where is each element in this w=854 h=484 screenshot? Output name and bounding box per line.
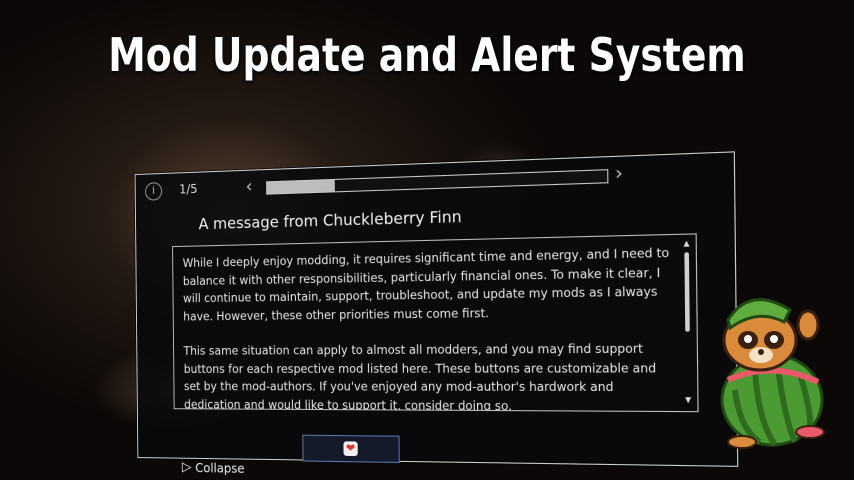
message-paragraph: This same situation can apply to almost …	[184, 339, 673, 412]
scrollbar-thumb[interactable]	[684, 252, 689, 331]
info-icon[interactable]: i	[145, 182, 162, 201]
alert-message-text: While I deeply enjoy modding, it require…	[183, 244, 673, 412]
mascot-raccoon-watermelon	[700, 280, 840, 450]
alert-panel: i 1/5 ‹ › A message from Chuckleberry Fi…	[135, 151, 739, 467]
banner-title: Mod Update and Alert System	[77, 28, 777, 82]
collapse-label: Collapse	[195, 460, 244, 475]
alert-progress-bar	[266, 169, 608, 195]
alert-title: A message from Chuckleberry Finn	[198, 207, 461, 233]
triangle-right-icon: ▷	[182, 460, 192, 475]
message-paragraph: While I deeply enjoy modding, it require…	[183, 244, 672, 326]
alert-progress-fill	[267, 180, 335, 194]
support-button[interactable]: ❤	[302, 435, 399, 463]
scroll-down-icon[interactable]: ▼	[684, 396, 693, 405]
alert-message-box[interactable]: While I deeply enjoy modding, it require…	[172, 233, 699, 412]
chevron-right-icon[interactable]: ›	[615, 162, 623, 185]
chevron-left-icon[interactable]: ‹	[245, 176, 252, 198]
heart-icon: ❤	[343, 441, 357, 456]
page-indicator: 1/5	[179, 182, 198, 197]
scroll-up-icon[interactable]: ▲	[682, 239, 691, 248]
alert-panel-wrapper: i 1/5 ‹ › A message from Chuckleberry Fi…	[130, 168, 730, 468]
message-scrollbar[interactable]: ▲ ▼	[682, 239, 693, 404]
collapse-button[interactable]: ▷ Collapse	[182, 460, 245, 476]
